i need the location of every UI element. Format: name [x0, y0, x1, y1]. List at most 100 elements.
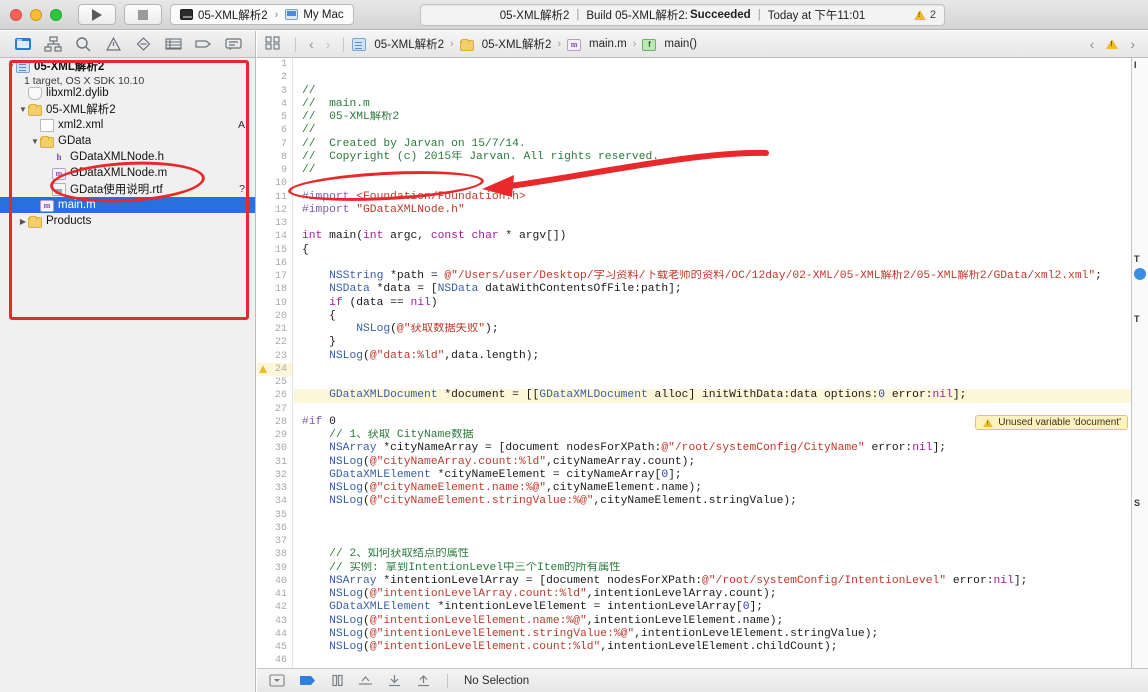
code-line[interactable] [294, 177, 1131, 190]
line-number[interactable]: 12 [257, 204, 292, 217]
disclosure-triangle-icon[interactable]: ▼ [6, 62, 16, 71]
project-navigator-icon[interactable] [14, 36, 33, 52]
test-navigator-icon[interactable] [134, 36, 153, 52]
code-line[interactable] [294, 363, 1131, 376]
report-navigator-icon[interactable] [224, 36, 243, 52]
code-line[interactable] [294, 257, 1131, 270]
line-number[interactable]: 22 [257, 336, 292, 349]
scheme-selector[interactable]: 05-XML解析2 › My Mac [170, 4, 354, 25]
related-items-icon[interactable] [265, 35, 280, 53]
navigator-item-gdataxmlnode-m[interactable]: m GDataXMLNode.m [0, 165, 255, 181]
step-into-icon[interactable] [387, 674, 402, 687]
code-line[interactable]: NSArray *intentionLevelArray = [document… [294, 575, 1131, 588]
line-number[interactable]: 18 [257, 283, 292, 296]
code-line[interactable] [294, 403, 1131, 416]
line-number-gutter[interactable]: 1 2 3 4 5 6 7 8 9 10 11 12 13 14 15 16 17 18 19 20 21 22 23 24 2… [257, 58, 293, 668]
step-over-icon[interactable] [358, 674, 373, 687]
code-line[interactable]: // Created by Jarvan on 15/7/14. [294, 138, 1131, 151]
navigate-forward-button[interactable]: › [320, 36, 337, 52]
code-line[interactable] [294, 654, 1131, 667]
line-number[interactable]: 21 [257, 323, 292, 336]
zoom-window-button[interactable] [50, 8, 62, 21]
line-number[interactable]: 26 [257, 389, 292, 402]
breadcrumb-item-2[interactable]: 05-XML解析2 [459, 36, 553, 52]
code-line[interactable]: #import "GDataXMLNode.h" [294, 204, 1131, 217]
navigator-item-gdata[interactable]: ▼ GData [0, 133, 255, 149]
code-line[interactable]: NSLog(@"intentionLevelElement.stringValu… [294, 628, 1131, 641]
line-number[interactable]: 44 [257, 628, 292, 641]
line-number[interactable]: 31 [257, 456, 292, 469]
line-number[interactable]: 38 [257, 548, 292, 561]
line-number[interactable]: 32 [257, 469, 292, 482]
code-line[interactable]: NSData *data = [NSData dataWithContentsO… [294, 283, 1131, 296]
symbol-navigator-icon[interactable] [44, 36, 63, 52]
code-line[interactable]: // 2、如何获取结点的属性 [294, 548, 1131, 561]
code-line[interactable]: NSString *path = @"/Users/user/Desktop/学… [294, 270, 1131, 283]
previous-issue-button[interactable]: ‹ [1084, 36, 1101, 52]
navigator-item-05-xml-2[interactable]: ▼ 05-XML解析2 1 target, OS X SDK 10.10 [0, 58, 255, 87]
line-number[interactable]: 36 [257, 522, 292, 535]
line-number[interactable]: 10 [257, 177, 292, 190]
code-line[interactable] [294, 376, 1131, 389]
navigator-item-05-xml-2[interactable]: ▼ 05-XML解析2 [0, 101, 255, 117]
stop-button[interactable] [124, 4, 162, 25]
code-line[interactable]: // Copyright (c) 2015年 Jarvan. All right… [294, 151, 1131, 164]
project-navigator[interactable]: ▼ 05-XML解析2 1 target, OS X SDK 10.10 libxml… [0, 58, 256, 692]
code-line[interactable]: // [294, 124, 1131, 137]
breadcrumb-item-4[interactable]: f main() [641, 38, 698, 51]
code-line[interactable]: NSLog(@"cityNameArray.count:%ld",cityNam… [294, 456, 1131, 469]
activity-status-bar[interactable]: 05-XML解析2 | Build 05-XML解析2: Succeeded |… [420, 4, 945, 26]
line-number[interactable]: 45 [257, 641, 292, 654]
code-line[interactable]: NSLog(@"获取数据失败"); [294, 323, 1131, 336]
code-line[interactable]: GDataXMLDocument *document = [[GDataXMLD… [294, 389, 1131, 403]
line-number[interactable]: 34 [257, 495, 292, 508]
line-number[interactable]: 40 [257, 575, 292, 588]
next-issue-button[interactable]: › [1124, 36, 1141, 52]
line-number[interactable]: 15 [257, 244, 292, 257]
disclosure-triangle-icon[interactable]: ▶ [18, 217, 28, 226]
breadcrumb-item-3[interactable]: m main.m [566, 38, 628, 51]
navigator-item-gdata-rtf[interactable]: GData使用说明.rtf? [0, 181, 255, 197]
line-number[interactable]: 23 [257, 350, 292, 363]
line-number[interactable]: 9 [257, 164, 292, 177]
line-number[interactable]: 14 [257, 230, 292, 243]
warning-icon[interactable] [259, 364, 267, 373]
line-number[interactable]: 20 [257, 310, 292, 323]
code-line[interactable]: // 实例: 拿到IntentionLevel中三个Item的所有属性 [294, 562, 1131, 575]
line-number[interactable]: 27 [257, 403, 292, 416]
code-line[interactable]: { [294, 244, 1131, 257]
line-number[interactable]: 43 [257, 615, 292, 628]
inspector-item-icon[interactable] [1134, 268, 1146, 280]
line-number[interactable]: 33 [257, 482, 292, 495]
navigator-item-products[interactable]: ▶ Products [0, 213, 255, 229]
disclosure-triangle-icon[interactable]: ▼ [18, 105, 28, 114]
line-number[interactable]: 24 [257, 362, 292, 376]
filter-scope-icon[interactable] [269, 674, 285, 687]
code-line[interactable] [294, 217, 1131, 230]
code-content[interactable]: //// main.m// 05-XML解析2//// Created by J… [294, 58, 1131, 668]
code-line[interactable]: // [294, 164, 1131, 177]
debug-navigator-icon[interactable] [164, 36, 183, 52]
code-line[interactable] [294, 522, 1131, 535]
line-number[interactable]: 41 [257, 588, 292, 601]
code-line[interactable]: NSArray *cityNameArray = [document nodes… [294, 442, 1131, 455]
line-number[interactable]: 19 [257, 297, 292, 310]
line-number[interactable]: 7 [257, 138, 292, 151]
line-number[interactable]: 1 [257, 58, 292, 71]
code-line[interactable]: NSLog(@"intentionLevelElement.count:%ld"… [294, 641, 1131, 654]
code-line[interactable]: } [294, 336, 1131, 349]
code-line[interactable]: // 1、获取 CityName数据 [294, 429, 1131, 442]
code-line[interactable]: NSLog(@"intentionLevelElement.name:%@",i… [294, 615, 1131, 628]
line-number[interactable]: 46 [257, 654, 292, 667]
line-number[interactable]: 42 [257, 601, 292, 614]
navigate-back-button[interactable]: ‹ [303, 36, 320, 52]
close-window-button[interactable] [10, 8, 22, 21]
code-line[interactable]: NSLog(@"cityNameElement.stringValue:%@",… [294, 495, 1131, 508]
source-editor[interactable]: 1 2 3 4 5 6 7 8 9 10 11 12 13 14 15 16 17 18 19 20 21 22 23 24 2… [257, 58, 1131, 668]
code-line[interactable]: GDataXMLElement *intentionLevelElement =… [294, 601, 1131, 614]
pause-icon[interactable] [331, 674, 344, 687]
code-line[interactable]: #import <Foundation/Foundation.h> [294, 191, 1131, 204]
line-number[interactable]: 11 [257, 191, 292, 204]
code-line[interactable]: int main(int argc, const char * argv[]) [294, 230, 1131, 243]
code-line[interactable]: NSLog(@"intentionLevelArray.count:%ld",i… [294, 588, 1131, 601]
